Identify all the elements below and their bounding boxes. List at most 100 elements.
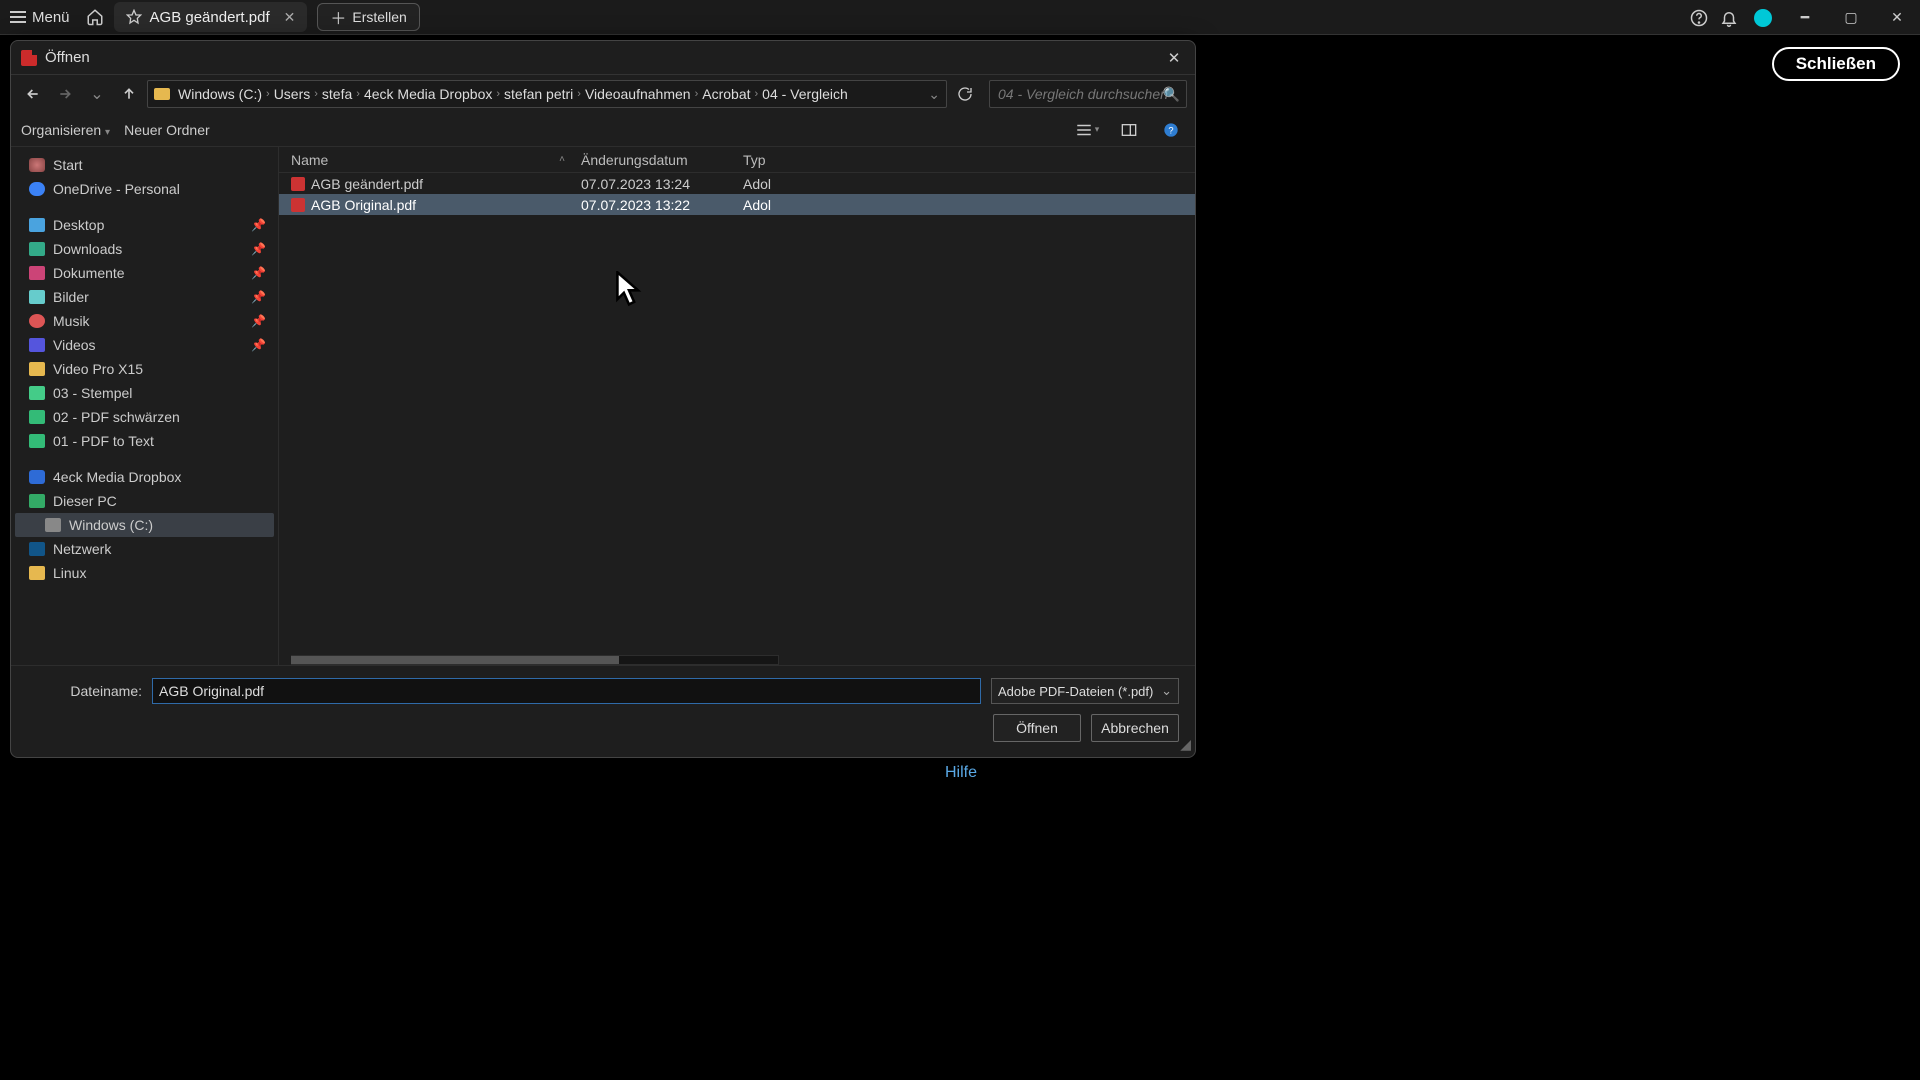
window-maximize[interactable]: ▢ xyxy=(1828,0,1874,35)
sidebar-item-downloads[interactable]: Downloads📌 xyxy=(15,237,274,261)
user-avatar[interactable] xyxy=(1754,9,1772,27)
sidebar-item-desktop[interactable]: Desktop📌 xyxy=(15,213,274,237)
chevron-right-icon: › xyxy=(356,88,360,100)
sidebar-item-label: Windows (C:) xyxy=(69,517,153,533)
sidebar-item-label: 01 - PDF to Text xyxy=(53,433,154,449)
search-input[interactable]: 04 - Vergleich durchsuchen 🔍 xyxy=(989,80,1187,108)
column-label: Name xyxy=(291,152,328,168)
breadcrumb-dropdown-icon[interactable]: ⌄ xyxy=(928,86,940,103)
pin-icon: 📌 xyxy=(251,314,266,328)
crumb[interactable]: Acrobat xyxy=(702,86,750,102)
crumb[interactable]: stefan petri xyxy=(504,86,573,102)
app-bar-right: ━ ▢ ✕ xyxy=(1684,0,1920,35)
column-type[interactable]: Typ xyxy=(743,152,1195,168)
downloads-icon xyxy=(29,242,45,256)
scrollbar-thumb[interactable] xyxy=(291,656,619,664)
sidebar-item-network[interactable]: Netzwerk xyxy=(15,537,274,561)
folder-icon xyxy=(29,566,45,580)
crumb[interactable]: Videoaufnahmen xyxy=(585,86,691,102)
breadcrumb[interactable]: Windows (C:)› Users› stefa› 4eck Media D… xyxy=(147,80,947,108)
sidebar-item-start[interactable]: Start xyxy=(15,153,274,177)
sidebar-item-dropbox[interactable]: 4eck Media Dropbox xyxy=(15,465,274,489)
pictures-icon xyxy=(29,290,45,304)
filename-label: Dateiname: xyxy=(27,683,142,699)
crumb[interactable]: Users xyxy=(274,86,311,102)
document-tab[interactable]: AGB geändert.pdf ✕ xyxy=(114,2,308,32)
sidebar-item-videos[interactable]: Videos📌 xyxy=(15,333,274,357)
mouse-cursor xyxy=(614,271,644,307)
file-row[interactable]: AGB geändert.pdf 07.07.2023 13:24 Adol xyxy=(279,173,1195,194)
dialog-bottom-bar: Dateiname: Adobe PDF-Dateien (*.pdf) ⌄ Ö… xyxy=(11,665,1195,757)
new-folder-button[interactable]: Neuer Ordner xyxy=(124,122,210,138)
dialog-toolbar: Organisieren ▾ Neuer Ordner ▾ ? xyxy=(11,113,1195,147)
sidebar-item-thispc[interactable]: Dieser PC xyxy=(15,489,274,513)
cancel-button[interactable]: Abbrechen xyxy=(1091,714,1179,742)
sidebar-item-documents[interactable]: Dokumente 📌 xyxy=(15,261,274,285)
sidebar-item-music[interactable]: Musik📌 xyxy=(15,309,274,333)
crumb[interactable]: 4eck Media Dropbox xyxy=(364,86,492,102)
file-type: Adol xyxy=(743,197,1195,213)
open-button[interactable]: Öffnen xyxy=(993,714,1081,742)
crumb[interactable]: Windows (C:) xyxy=(178,86,262,102)
help-link[interactable]: Hilfe xyxy=(945,764,977,782)
resize-grip-icon[interactable]: ◢ xyxy=(1180,736,1191,753)
folder-icon xyxy=(29,362,45,376)
sidebar-item-label: Dokumente xyxy=(53,265,125,281)
pin-icon: 📌 xyxy=(251,290,266,304)
sidebar-item-recent[interactable]: 01 - PDF to Text xyxy=(15,429,274,453)
home-icon xyxy=(29,158,45,172)
sidebar-item-recent[interactable]: 02 - PDF schwärzen xyxy=(15,405,274,429)
sidebar-item-onedrive[interactable]: OneDrive - Personal xyxy=(15,177,274,201)
sidebar-item-recent[interactable]: 03 - Stempel xyxy=(15,381,274,405)
sidebar-item-drive-c[interactable]: Windows (C:) xyxy=(15,513,274,537)
close-button[interactable]: Schließen xyxy=(1772,47,1900,81)
column-date[interactable]: Änderungsdatum xyxy=(581,152,743,168)
refresh-icon[interactable] xyxy=(951,80,979,108)
nav-back-icon[interactable] xyxy=(19,80,47,108)
crumb[interactable]: stefa xyxy=(322,86,352,102)
preview-pane-icon[interactable] xyxy=(1115,118,1143,142)
sidebar-item-linux[interactable]: Linux xyxy=(15,561,274,585)
window-close[interactable]: ✕ xyxy=(1874,0,1920,35)
window-minimize[interactable]: ━ xyxy=(1782,0,1828,35)
dialog-nav-row: ⌄ Windows (C:)› Users› stefa› 4eck Media… xyxy=(11,75,1195,113)
crumb[interactable]: 04 - Vergleich xyxy=(762,86,848,102)
search-placeholder: 04 - Vergleich durchsuchen xyxy=(998,86,1168,102)
nav-recent-chevron-icon[interactable]: ⌄ xyxy=(83,80,111,108)
filename-input[interactable] xyxy=(152,678,981,704)
pdf-file-icon xyxy=(291,177,305,191)
notifications-icon[interactable] xyxy=(1714,0,1744,35)
dialog-help-icon[interactable]: ? xyxy=(1157,118,1185,142)
sidebar-item-label: Downloads xyxy=(53,241,122,257)
menu-button[interactable]: Menü xyxy=(0,0,80,35)
videos-icon xyxy=(29,338,45,352)
app-icon xyxy=(21,50,37,66)
hamburger-icon xyxy=(10,11,26,23)
folder-icon xyxy=(29,410,45,424)
dialog-close-icon[interactable]: ✕ xyxy=(1161,47,1187,69)
search-icon: 🔍 xyxy=(1163,86,1180,103)
organize-label: Organisieren xyxy=(21,122,101,138)
column-label: Typ xyxy=(743,152,766,168)
help-icon[interactable] xyxy=(1684,0,1714,35)
pin-icon: 📌 xyxy=(251,218,266,232)
filetype-select[interactable]: Adobe PDF-Dateien (*.pdf) ⌄ xyxy=(991,678,1179,704)
horizontal-scrollbar[interactable] xyxy=(291,655,779,665)
sidebar-item-recent[interactable]: Video Pro X15 xyxy=(15,357,274,381)
sidebar-item-label: Bilder xyxy=(53,289,89,305)
pin-icon: 📌 xyxy=(251,266,266,280)
sidebar-item-label: 03 - Stempel xyxy=(53,385,132,401)
tab-close-icon[interactable]: ✕ xyxy=(278,9,296,26)
sidebar-item-pictures[interactable]: Bilder 📌 xyxy=(15,285,274,309)
organize-menu[interactable]: Organisieren ▾ xyxy=(21,122,110,138)
create-button[interactable]: ＋ Erstellen xyxy=(317,3,419,31)
column-name[interactable]: Name˄ xyxy=(291,152,581,168)
sidebar-item-label: Netzwerk xyxy=(53,541,111,557)
documents-icon xyxy=(29,266,45,280)
nav-up-icon[interactable] xyxy=(115,80,143,108)
home-button[interactable] xyxy=(80,0,110,35)
file-row[interactable]: AGB Original.pdf 07.07.2023 13:22 Adol xyxy=(279,194,1195,215)
dialog-titlebar: Öffnen ✕ xyxy=(11,41,1195,75)
view-mode-icon[interactable]: ▾ xyxy=(1073,118,1101,142)
nav-forward-icon[interactable] xyxy=(51,80,79,108)
